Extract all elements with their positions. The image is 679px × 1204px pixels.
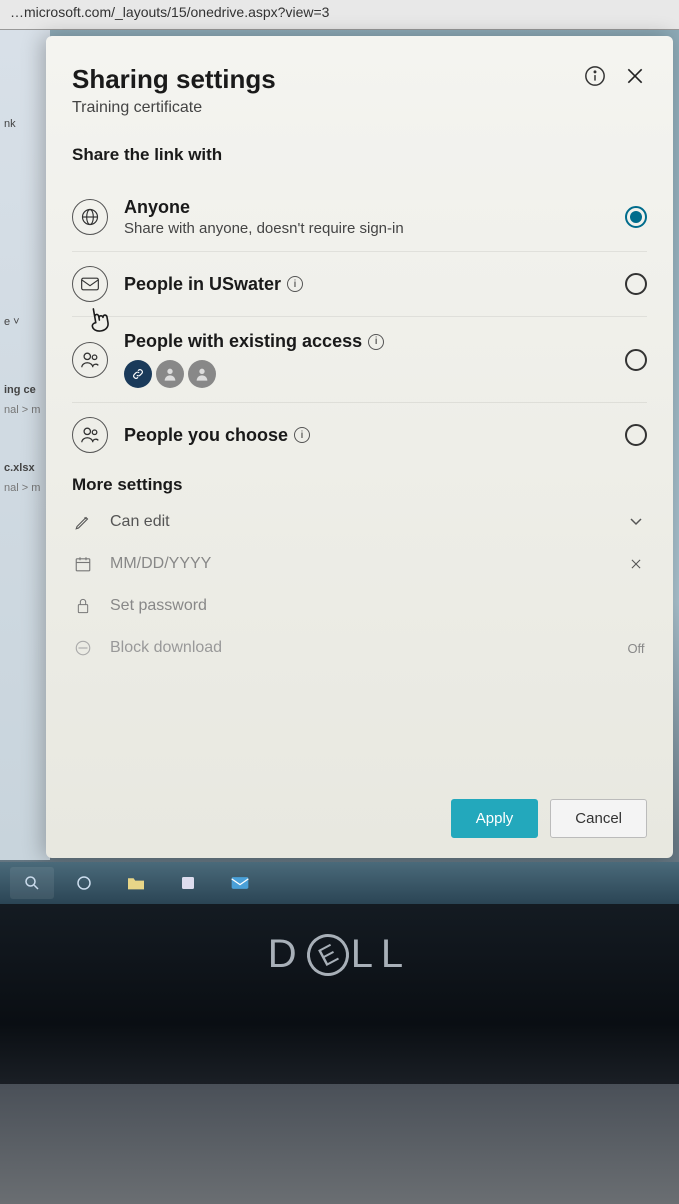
- expiry-date-input[interactable]: MM/DD/YYYY: [72, 543, 647, 585]
- bg-file2-path: nal > m: [0, 482, 50, 502]
- globe-icon: [72, 199, 108, 235]
- block-download-toggle[interactable]: Block download Off: [72, 627, 647, 669]
- info-icon[interactable]: i: [287, 276, 303, 292]
- info-icon[interactable]: i: [368, 334, 384, 350]
- calendar-icon: [72, 555, 94, 573]
- mail-icon: [72, 266, 108, 302]
- taskbar-cortana-icon[interactable]: [62, 867, 106, 899]
- toggle-state: Off: [625, 641, 647, 656]
- option-choose-title: People you choose i: [124, 425, 609, 446]
- url-text: …microsoft.com/_layouts/15/onedrive.aspx…: [10, 4, 329, 20]
- share-options: Anyone Share with anyone, doesn't requir…: [72, 183, 647, 467]
- option-organization[interactable]: People in USwater i: [72, 252, 647, 317]
- info-icon[interactable]: [583, 64, 607, 88]
- chevron-down-icon: [625, 517, 647, 527]
- password-placeholder: Set password: [110, 597, 647, 615]
- dialog-title: Sharing settings: [72, 64, 276, 95]
- option-anyone[interactable]: Anyone Share with anyone, doesn't requir…: [72, 183, 647, 252]
- permission-value: Can edit: [110, 513, 609, 531]
- lock-icon: [72, 597, 94, 615]
- sharing-settings-dialog: Sharing settings Training certificate Sh…: [46, 36, 673, 858]
- dialog-header: Sharing settings Training certificate: [72, 64, 647, 117]
- browser-url-bar: …microsoft.com/_layouts/15/onedrive.aspx…: [0, 0, 679, 30]
- option-existing-access[interactable]: People with existing access i: [72, 317, 647, 403]
- close-icon[interactable]: [623, 64, 647, 88]
- option-anyone-sub: Share with anyone, doesn't require sign-…: [124, 220, 609, 237]
- option-existing-title: People with existing access i: [124, 331, 609, 352]
- person-avatar-icon: [156, 360, 184, 388]
- radio-organization[interactable]: [625, 273, 647, 295]
- more-settings-section: More settings Can edit MM/DD/YYYY Set p: [72, 475, 647, 669]
- link-avatar-icon: [124, 360, 152, 388]
- permission-dropdown[interactable]: Can edit: [72, 501, 647, 543]
- block-icon: [72, 639, 94, 657]
- set-password-input[interactable]: Set password: [72, 585, 647, 627]
- people-plus-icon: [72, 417, 108, 453]
- bg-file2: c.xlsx: [0, 454, 50, 482]
- pencil-icon: [72, 513, 94, 531]
- apply-button[interactable]: Apply: [451, 799, 539, 838]
- cancel-button[interactable]: Cancel: [550, 799, 647, 838]
- option-org-title: People in USwater i: [124, 274, 609, 295]
- people-icon: [72, 342, 108, 378]
- title-block: Sharing settings Training certificate: [72, 64, 276, 117]
- taskbar-explorer-icon[interactable]: [114, 867, 158, 899]
- more-settings-label: More settings: [72, 475, 647, 495]
- radio-existing-access[interactable]: [625, 349, 647, 371]
- bg-file1: ing ce: [0, 376, 50, 404]
- radio-anyone[interactable]: [625, 206, 647, 228]
- radio-people-you-choose[interactable]: [625, 424, 647, 446]
- clear-date-icon[interactable]: [625, 557, 647, 571]
- expiry-placeholder: MM/DD/YYYY: [110, 555, 609, 573]
- taskbar-app-icon[interactable]: [166, 867, 210, 899]
- info-icon[interactable]: i: [294, 427, 310, 443]
- taskbar-mail-icon[interactable]: [218, 867, 262, 899]
- windows-taskbar[interactable]: [0, 862, 679, 904]
- taskbar-search-icon[interactable]: [10, 867, 54, 899]
- bg-file1-path: nal > m: [0, 404, 50, 424]
- share-link-with-label: Share the link with: [72, 145, 647, 165]
- existing-access-avatars: [124, 360, 609, 388]
- dialog-subtitle: Training certificate: [72, 99, 276, 117]
- bg-dropdown: e ˅: [0, 308, 50, 336]
- dialog-footer: Apply Cancel: [72, 779, 647, 838]
- person-avatar-icon: [188, 360, 216, 388]
- bg-nav-item: nk: [0, 110, 50, 138]
- option-anyone-title: Anyone: [124, 197, 609, 218]
- background-content: nk e ˅ ing ce nal > m c.xlsx nal > m: [0, 30, 50, 860]
- dell-logo: DELL: [268, 932, 411, 977]
- block-download-label: Block download: [110, 639, 609, 657]
- desk-surface: [0, 1084, 679, 1204]
- option-people-you-choose[interactable]: People you choose i: [72, 403, 647, 467]
